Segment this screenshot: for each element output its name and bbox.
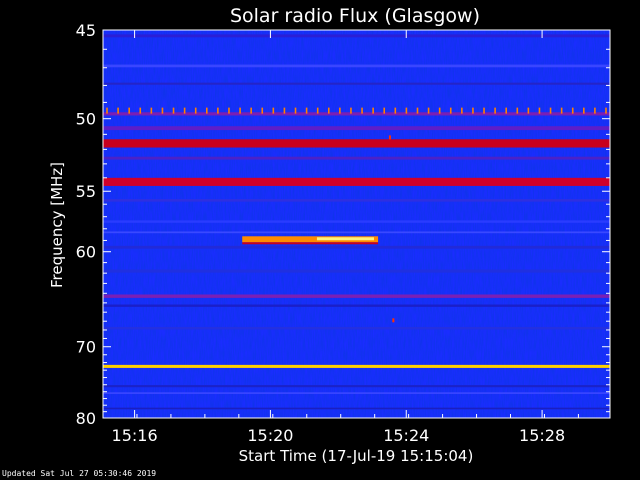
frequency-band-2 [103,82,610,85]
frequency-band-14 [103,304,610,307]
periodic-marker-34 [483,107,485,114]
periodic-marker-10 [217,107,219,114]
frequency-band-12 [103,269,610,273]
y-tick-label-4: 70 [76,338,96,357]
periodic-marker-20 [327,107,330,114]
plot-area [103,30,610,418]
x-tick-label-3: 15:28 [519,426,565,445]
frequency-band-5 [103,139,610,148]
periodic-marker-1 [117,107,119,114]
periodic-marker-11 [228,107,230,114]
periodic-marker-43 [583,107,585,114]
frequency-band-17 [103,385,610,388]
burst-core-0 [316,237,374,241]
periodic-marker-37 [516,107,519,114]
frequency-band-1 [103,64,610,68]
spectrogram-chart: Solar radio Flux (Glasgow) 455055607080 … [0,0,640,480]
periodic-marker-2 [128,107,130,114]
frequency-band-11 [103,245,610,249]
periodic-marker-22 [350,107,352,114]
frequency-band-18 [103,392,610,394]
update-timestamp: Updated Sat Jul 27 05:30:46 2019 [2,469,157,478]
periodic-marker-42 [571,107,574,114]
y-axis-label: Frequency [MHz] [48,162,66,288]
periodic-marker-7 [183,107,186,114]
frequency-band-13 [103,294,610,298]
periodic-marker-17 [294,107,297,114]
periodic-marker-14 [261,107,264,114]
frequency-band-7 [103,177,610,186]
periodic-marker-16 [283,107,286,114]
periodic-marker-8 [194,107,197,114]
x-tick-label-0: 15:16 [112,426,158,445]
spike-event-2 [388,135,391,140]
periodic-marker-24 [372,107,374,114]
periodic-marker-9 [206,107,208,114]
burst-edge-0 [242,242,379,245]
x-axis-label: Start Time (17-Jul-19 15:15:04) [239,447,474,465]
periodic-marker-31 [449,107,452,114]
periodic-marker-4 [150,107,153,114]
periodic-marker-44 [594,107,596,114]
frequency-band-3 [103,112,610,116]
periodic-marker-29 [427,107,430,114]
chart-title: Solar radio Flux (Glasgow) [230,5,480,27]
periodic-marker-41 [560,107,563,114]
periodic-marker-25 [383,107,386,114]
periodic-marker-36 [505,107,507,114]
x-tick-label-1: 15:20 [247,426,293,445]
spectrogram-noise [103,30,610,418]
periodic-marker-33 [472,107,474,114]
frequency-band-15 [103,326,610,330]
periodic-marker-3 [139,107,142,114]
periodic-marker-19 [316,107,319,114]
periodic-marker-28 [416,107,419,114]
y-tick-label-0: 45 [76,21,96,40]
frequency-band-10 [103,231,610,234]
frequency-band-6 [103,156,610,160]
periodic-marker-12 [239,107,241,114]
periodic-marker-32 [461,107,463,114]
y-tick-label-5: 80 [76,409,96,428]
frequency-band-16 [103,364,610,368]
frequency-band-8 [103,199,610,202]
y-tick-label-1: 50 [76,110,96,129]
y-tick-label-3: 60 [76,243,96,262]
periodic-marker-18 [305,107,308,114]
periodic-marker-45 [605,107,607,114]
periodic-marker-0 [106,107,108,114]
periodic-marker-6 [172,107,175,114]
periodic-marker-13 [250,107,252,114]
periodic-marker-27 [405,107,408,114]
periodic-marker-26 [394,107,397,114]
periodic-marker-39 [538,107,541,114]
periodic-marker-23 [361,107,363,114]
periodic-marker-5 [161,107,164,114]
spike-event-1 [392,318,395,323]
frequency-band-4 [103,126,610,131]
periodic-marker-40 [549,107,552,114]
periodic-marker-21 [339,107,341,114]
periodic-marker-30 [438,107,441,114]
frequency-band-9 [103,220,610,223]
frequency-band-19 [103,407,610,410]
periodic-marker-38 [527,107,530,114]
x-tick-label-2: 15:24 [383,426,429,445]
periodic-marker-15 [272,107,275,114]
periodic-marker-35 [494,107,496,114]
frequency-band-0 [103,34,610,38]
y-tick-label-2: 55 [76,182,96,201]
